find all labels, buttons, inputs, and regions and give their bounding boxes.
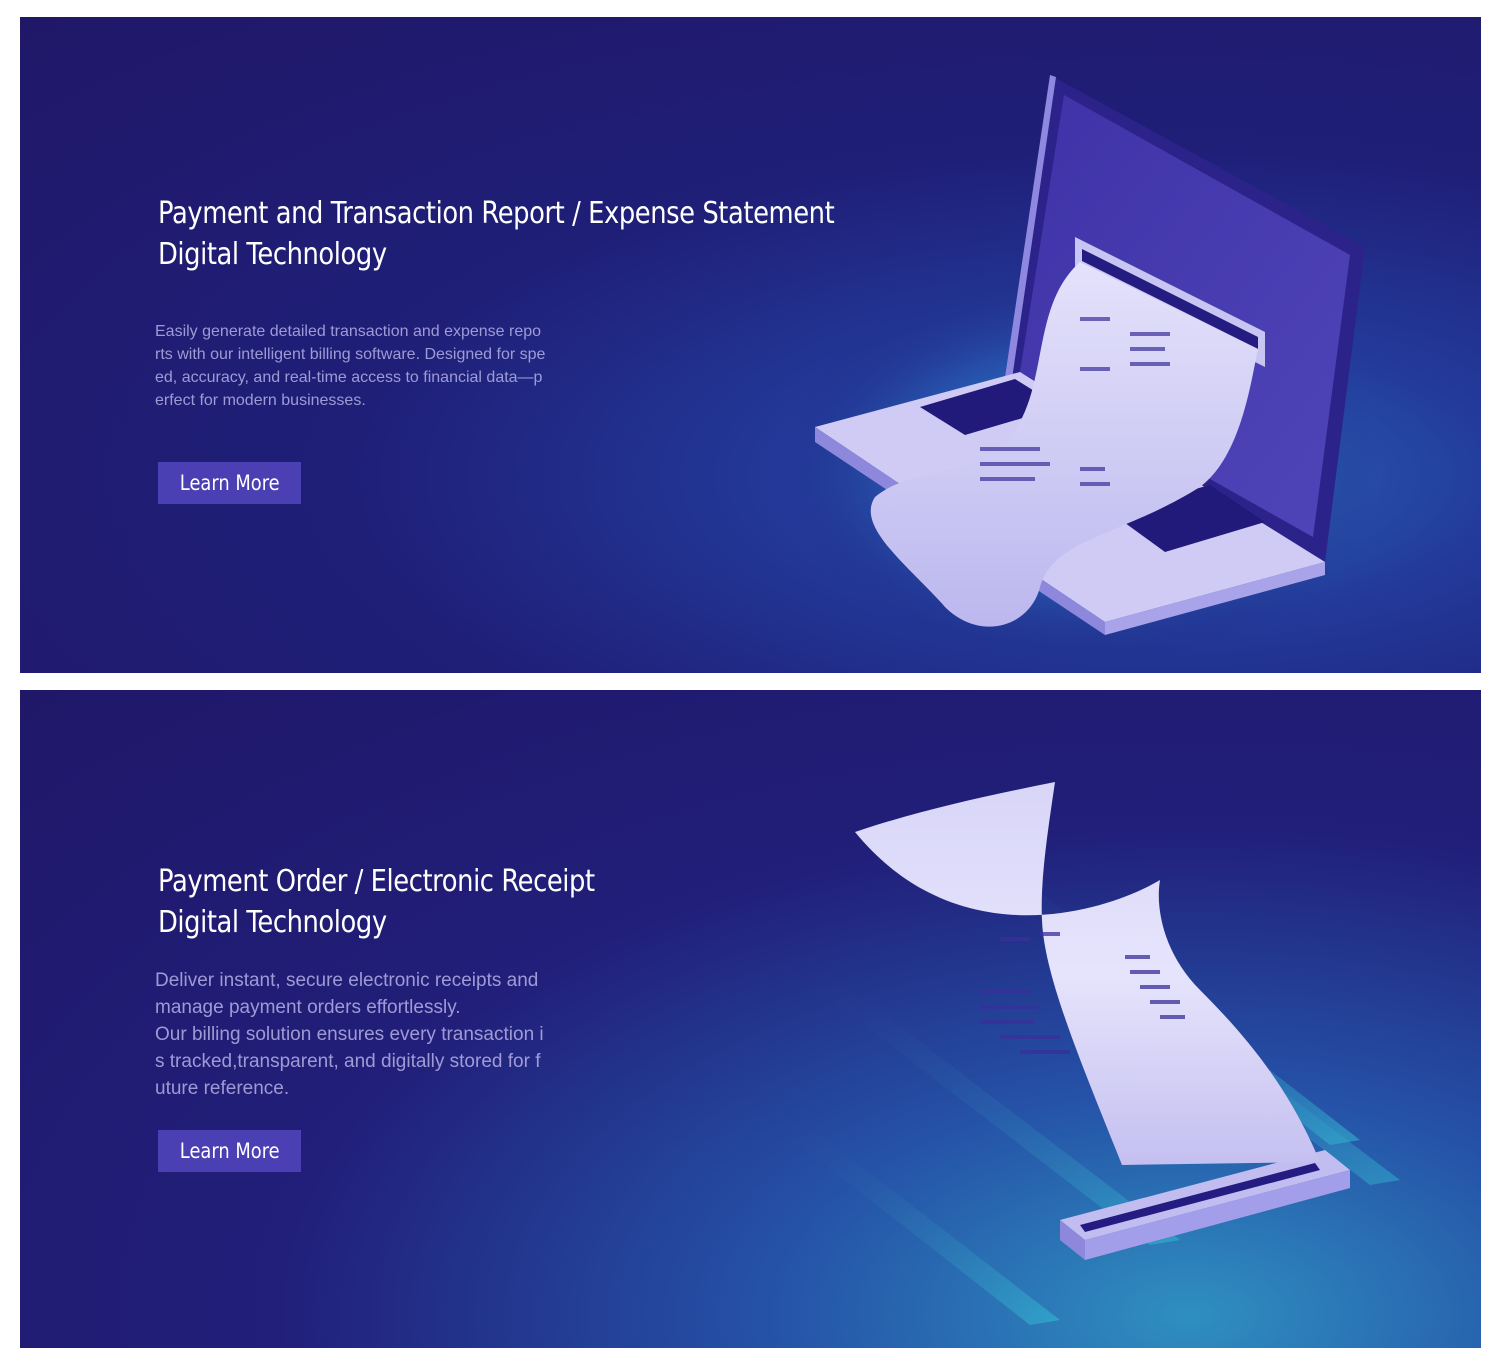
learn-more-button[interactable]: Learn More <box>158 462 301 504</box>
banner-title: Payment Order / Electronic Receipt Digit… <box>158 861 595 943</box>
learn-more-label: Learn More <box>179 1139 280 1163</box>
description-line: erfect for modern businesses. <box>155 392 366 409</box>
description-line: Easily generate detailed transaction and… <box>155 323 542 340</box>
receipt-scroll-icon <box>730 782 1400 1325</box>
description-line: rts with our intelligent billing softwar… <box>155 346 546 363</box>
learn-more-label: Learn More <box>179 471 280 495</box>
description-line: uture reference. <box>155 1078 290 1099</box>
learn-more-button[interactable]: Learn More <box>158 1130 301 1172</box>
description-line: Deliver instant, secure electronic recei… <box>155 970 539 991</box>
banner-title-line-2: Digital Technology <box>158 237 387 272</box>
description-line: s tracked,transparent, and digitally sto… <box>155 1051 541 1072</box>
banner-title-line-1: Payment and Transaction Report / Expense… <box>158 196 835 231</box>
banner-title: Payment and Transaction Report / Expense… <box>158 193 835 275</box>
banner-title-line-2: Digital Technology <box>158 905 387 940</box>
laptop-receipt-icon <box>780 75 1380 657</box>
banner-description: Easily generate detailed transaction and… <box>155 320 545 412</box>
banner-description: Deliver instant, secure electronic recei… <box>155 967 544 1102</box>
description-line: manage payment orders effortlessly. <box>155 997 461 1018</box>
banner-transaction-report: Payment and Transaction Report / Expense… <box>20 17 1481 673</box>
banner-electronic-receipt: Payment Order / Electronic Receipt Digit… <box>20 690 1481 1348</box>
description-line: Our billing solution ensures every trans… <box>155 1024 544 1045</box>
banner-title-line-1: Payment Order / Electronic Receipt <box>158 864 595 899</box>
description-line: ed, accuracy, and real-time access to fi… <box>155 369 543 386</box>
